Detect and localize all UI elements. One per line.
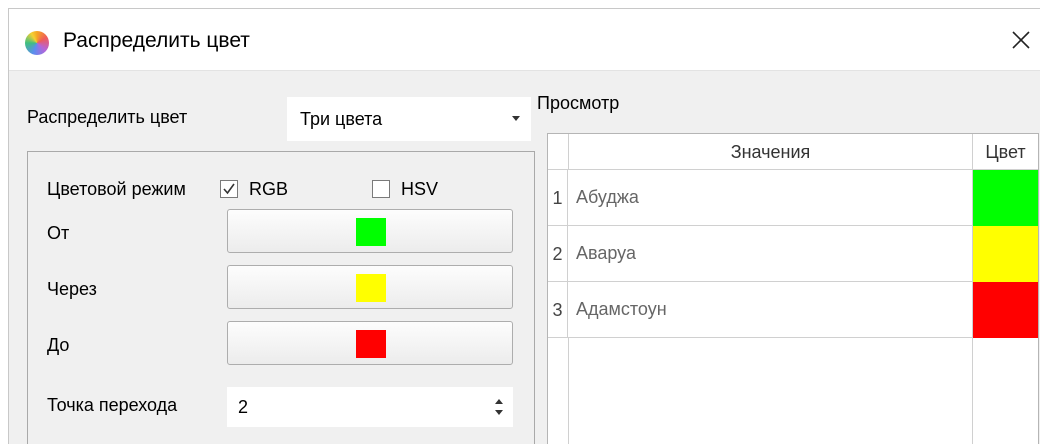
table-row[interactable]: 2 Аваруа bbox=[548, 226, 1038, 282]
color-mode-label: Цветовой режим bbox=[47, 179, 186, 199]
preview-table[interactable]: Значения Цвет 1 Абуджа 2 Аваруа 3 Адамст… bbox=[547, 133, 1039, 444]
row-value: Адамстоун bbox=[576, 299, 667, 319]
transition-point-spinbox[interactable]: 2 bbox=[227, 387, 513, 427]
close-icon bbox=[1012, 31, 1030, 49]
via-color-button[interactable] bbox=[227, 265, 513, 309]
from-color-swatch bbox=[356, 218, 386, 246]
preview-title: Просмотр bbox=[537, 93, 620, 113]
index-column-divider bbox=[568, 338, 569, 444]
color-column-divider bbox=[972, 338, 973, 444]
preview-table-header: Значения Цвет bbox=[548, 134, 1038, 170]
row-index: 2 bbox=[548, 226, 568, 282]
distribute-color-combobox[interactable]: Три цвета bbox=[287, 97, 531, 141]
distribute-color-dialog: Распределить цвет Распределить цвет Три … bbox=[8, 8, 1040, 444]
row-value: Абуджа bbox=[576, 187, 639, 207]
row-color-swatch bbox=[972, 282, 1038, 338]
close-button[interactable] bbox=[1001, 23, 1040, 57]
values-column-header[interactable]: Значения bbox=[568, 134, 972, 170]
spin-arrows-icon[interactable] bbox=[494, 396, 504, 418]
distribute-color-label: Распределить цвет bbox=[27, 107, 188, 127]
row-index: 3 bbox=[548, 282, 568, 338]
window-title: Распределить цвет bbox=[63, 29, 250, 52]
hsv-label: HSV bbox=[401, 179, 439, 199]
row-color-swatch bbox=[972, 226, 1038, 282]
chevron-down-icon bbox=[512, 116, 520, 121]
from-color-button[interactable] bbox=[227, 209, 513, 253]
rgb-checkbox[interactable] bbox=[220, 180, 238, 198]
rgb-label: RGB bbox=[249, 179, 289, 199]
color-wheel-icon bbox=[25, 31, 49, 55]
color-column-header[interactable]: Цвет bbox=[972, 134, 1038, 170]
to-color-button[interactable] bbox=[227, 321, 513, 365]
title-bar: Распределить цвет bbox=[9, 9, 1040, 71]
table-row[interactable]: 3 Адамстоун bbox=[548, 282, 1038, 338]
transition-point-value: 2 bbox=[238, 397, 249, 417]
table-row[interactable]: 1 Абуджа bbox=[548, 170, 1038, 226]
distribute-color-value: Три цвета bbox=[300, 109, 383, 129]
to-label: До bbox=[47, 335, 70, 355]
row-color-swatch bbox=[972, 170, 1038, 226]
row-value: Аваруа bbox=[576, 243, 636, 263]
from-label: От bbox=[47, 223, 70, 243]
row-index: 1 bbox=[548, 170, 568, 226]
to-color-swatch bbox=[356, 330, 386, 358]
hsv-checkbox[interactable] bbox=[372, 180, 390, 198]
via-label: Через bbox=[47, 279, 97, 299]
via-color-swatch bbox=[356, 274, 386, 302]
checkmark-icon bbox=[223, 183, 235, 195]
transition-point-label: Точка перехода bbox=[47, 395, 178, 415]
